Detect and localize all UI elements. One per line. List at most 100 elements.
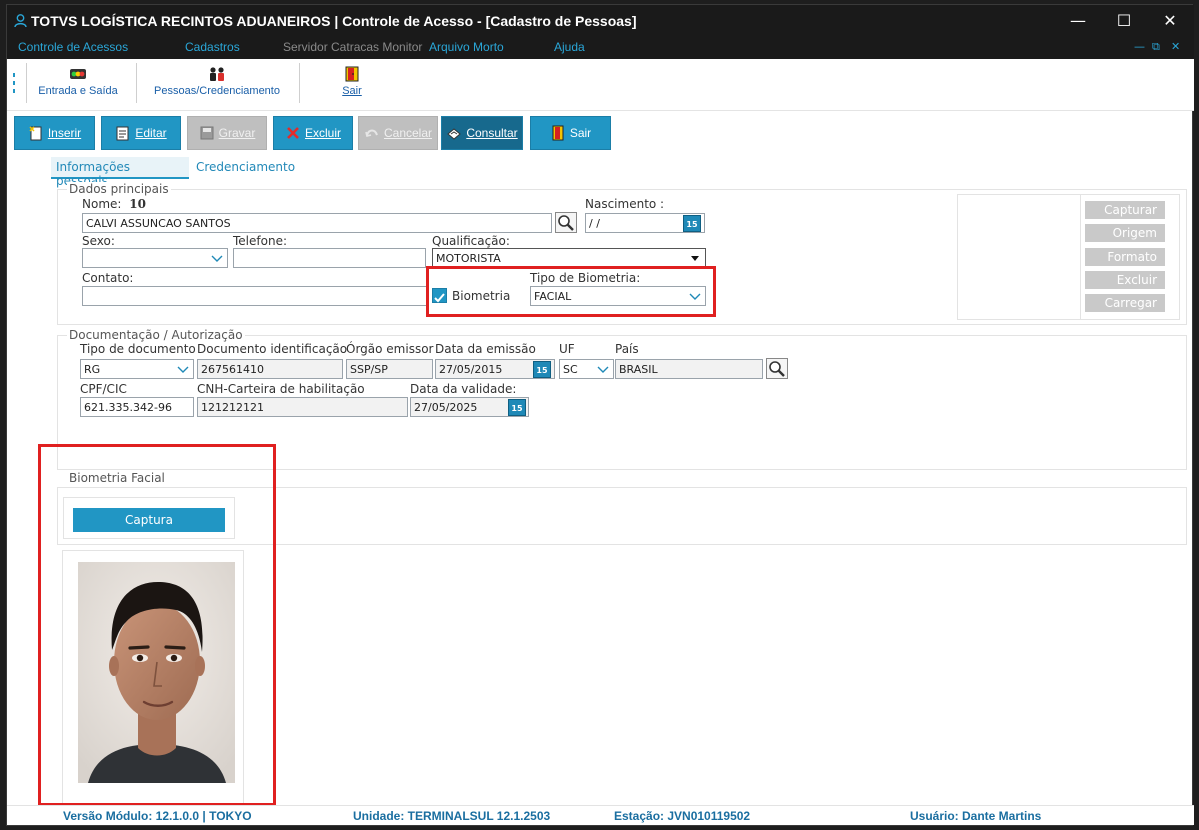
tab-informacoes-pessoais[interactable]: Informações pessoais [51, 157, 189, 188]
capturar-button[interactable]: Capturar [1085, 201, 1165, 219]
pessoas-credenciamento-button[interactable]: Pessoas/Credenciamento [147, 63, 287, 107]
sair-label: Sair [569, 126, 592, 140]
nome-code: 10 [129, 197, 146, 211]
carregar-button[interactable]: Carregar [1085, 294, 1165, 312]
telefone-label: Telefone: [233, 234, 287, 248]
data-validade-label: Data da validade: [410, 382, 517, 396]
cancel-undo-icon [365, 129, 378, 137]
cnh-field[interactable]: 121212121 [197, 397, 408, 417]
people-icon [210, 67, 224, 81]
search-nome-button[interactable] [555, 212, 577, 233]
excluir-button[interactable]: Excluir [273, 116, 353, 150]
chevron-down-icon [211, 255, 223, 262]
documento-identificacao-field[interactable]: 267561410 [197, 359, 343, 379]
menu-servidor-catracas-monitor[interactable]: Servidor Catracas Monitor [283, 40, 422, 54]
chevron-down-icon [597, 366, 609, 373]
main-toolbar: Entrada e Saída Pessoas/Credenciamento S… [7, 59, 1194, 111]
consultar-button[interactable]: Consultar [441, 116, 523, 150]
cnh-label: CNH-Carteira de habilitação [197, 382, 365, 396]
window-title: TOTVS LOGÍSTICA RECINTOS ADUANEIROS | Co… [31, 13, 637, 29]
sexo-select[interactable] [82, 248, 228, 268]
inserir-button[interactable]: Inserir [14, 116, 95, 150]
formato-button[interactable]: Formato [1085, 248, 1165, 266]
sair-toolbar-button[interactable]: Sair [327, 63, 377, 107]
edit-document-icon [116, 126, 129, 141]
pais-field[interactable]: BRASIL [615, 359, 763, 379]
minimize-button[interactable]: — [1068, 11, 1088, 31]
mdi-restore-button[interactable]: ⧉ [1152, 40, 1160, 54]
photo-divider [1080, 194, 1081, 320]
uf-select[interactable]: SC [559, 359, 614, 379]
dropdown-arrow-icon [691, 256, 699, 261]
status-usuario: Usuário: Dante Martins [910, 809, 1042, 823]
entrada-saida-button[interactable]: Entrada e Saída [33, 63, 123, 107]
excluir-foto-button[interactable]: Excluir [1085, 271, 1165, 289]
exit-door-icon [345, 66, 359, 82]
qualificacao-label: Qualificação: [432, 234, 510, 248]
maximize-button[interactable]: ☐ [1114, 11, 1134, 31]
action-toolbar: Inserir Editar Gravar Excluir Cancelar C… [7, 113, 1194, 153]
mdi-close-button[interactable]: ✕ [1171, 40, 1180, 53]
menu-arquivo-morto[interactable]: Arquivo Morto [429, 40, 504, 54]
excluir-label: Excluir [304, 126, 341, 140]
gravar-button[interactable]: Gravar [187, 116, 267, 150]
cpf-label: CPF/CIC [80, 382, 127, 396]
documento-identificacao-label: Documento identificação [197, 342, 348, 356]
search-pais-button[interactable] [766, 358, 788, 379]
pais-label: País [615, 342, 639, 356]
highlight-biometria-box [426, 266, 716, 317]
calendar-nascimento-button[interactable]: 15 [683, 215, 701, 232]
traffic-light-icon [70, 69, 86, 79]
chevron-down-icon [177, 366, 189, 373]
toolbar-grip-icon[interactable] [12, 73, 16, 93]
close-button[interactable]: ✕ [1160, 11, 1180, 31]
insert-document-icon [29, 126, 42, 141]
origem-button[interactable]: Origem [1085, 224, 1165, 242]
menu-bar: Controle de Acessos Cadastros Servidor C… [7, 37, 1194, 59]
save-disk-icon [200, 126, 214, 140]
delete-x-icon [287, 127, 299, 139]
menu-controle-de-acessos[interactable]: Controle de Acessos [18, 40, 128, 54]
entrada-saida-label: Entrada e Saída [38, 85, 118, 97]
tab-credenciamento[interactable]: Credenciamento [191, 157, 295, 179]
status-unidade: Unidade: TERMINALSUL 12.1.2503 [353, 809, 551, 823]
inserir-label: Inserir [47, 126, 82, 140]
uf-label: UF [559, 342, 575, 356]
contato-field[interactable] [82, 286, 427, 306]
highlight-biometria-facial-box [38, 444, 276, 806]
search-book-icon [447, 128, 462, 140]
nome-label: Nome: 10 [82, 197, 146, 211]
tipo-documento-label: Tipo de documento [80, 342, 196, 356]
menu-ajuda[interactable]: Ajuda [554, 40, 585, 54]
tipo-documento-select[interactable]: RG [80, 359, 194, 379]
orgao-emissor-field[interactable]: SSP/SP [346, 359, 433, 379]
calendar-emissao-button[interactable]: 15 [533, 361, 551, 378]
title-bar: TOTVS LOGÍSTICA RECINTOS ADUANEIROS | Co… [7, 5, 1194, 37]
telefone-field[interactable] [233, 248, 426, 268]
status-estacao: Estação: JVN010119502 [614, 809, 751, 823]
dados-principais-legend: Dados principais [67, 182, 171, 196]
nascimento-label: Nascimento : [585, 197, 665, 211]
status-versao: Versão Módulo: 12.1.0.0 | TOKYO [63, 809, 252, 823]
menu-cadastros[interactable]: Cadastros [185, 40, 240, 54]
sair-toolbar-label: Sair [342, 85, 362, 97]
magnifier-icon [558, 215, 574, 231]
consultar-label: Consultar [466, 126, 518, 140]
editar-button[interactable]: Editar [101, 116, 181, 150]
pessoas-credenciamento-label: Pessoas/Credenciamento [154, 85, 280, 97]
qualificacao-select[interactable]: MOTORISTA [432, 248, 706, 268]
status-bar: Versão Módulo: 12.1.0.0 | TOKYO Unidade:… [7, 805, 1194, 825]
cancelar-button[interactable]: Cancelar [358, 116, 438, 150]
mdi-minimize-button[interactable]: — [1134, 40, 1145, 53]
app-window: TOTVS LOGÍSTICA RECINTOS ADUANEIROS | Co… [6, 4, 1194, 826]
documentacao-legend: Documentação / Autorização [67, 328, 245, 342]
cpf-field[interactable]: 621.335.342-96 [80, 397, 194, 417]
data-emissao-label: Data da emissão [435, 342, 536, 356]
nome-field[interactable]: CALVI ASSUNCAO SANTOS [82, 213, 552, 233]
cancelar-label: Cancelar [383, 126, 433, 140]
gravar-label: Gravar [218, 126, 256, 140]
orgao-emissor-label: Órgão emissor [346, 342, 434, 356]
magnifier-icon [769, 361, 785, 377]
sair-button[interactable]: Sair [530, 116, 611, 150]
calendar-validade-button[interactable]: 15 [508, 399, 526, 416]
